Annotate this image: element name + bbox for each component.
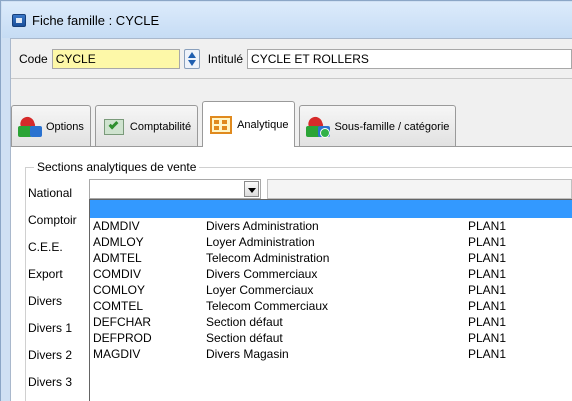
national-section-description — [267, 179, 572, 199]
tab-comptabilite[interactable]: Comptabilité — [94, 105, 199, 147]
item-plan: PLAN1 — [468, 283, 507, 297]
item-label: Telecom Administration — [206, 251, 330, 265]
row-label-divers: Divers — [28, 294, 63, 308]
client-area: Code CYCLE Intitulé CYCLE ET ROLLERS Opt… — [10, 38, 572, 401]
item-plan: PLAN1 — [468, 347, 507, 361]
dropdown-item[interactable]: DEFPROD Section défaut PLAN1 — [90, 330, 572, 346]
item-code: COMTEL — [93, 299, 144, 313]
item-code: COMLOY — [93, 283, 146, 297]
item-code: DEFPROD — [93, 331, 152, 345]
group-legend: Sections analytiques de vente — [34, 160, 200, 174]
item-plan: PLAN1 — [468, 315, 507, 329]
code-label: Code — [19, 51, 48, 66]
row-label-divers-1: Divers 1 — [28, 321, 73, 335]
item-plan: PLAN1 — [468, 331, 507, 345]
accounting-icon — [102, 116, 126, 138]
item-label: Section défaut — [206, 315, 283, 329]
code-field[interactable]: CYCLE — [51, 48, 180, 69]
analytique-panel: Sections analytiques de vente National C… — [11, 146, 572, 401]
item-code: MAGDIV — [93, 347, 141, 361]
item-label: Loyer Commerciaux — [206, 283, 314, 297]
window-title: Fiche famille : CYCLE — [32, 12, 160, 28]
item-label: Divers Commerciaux — [206, 267, 318, 281]
dropdown-item[interactable]: COMTEL Telecom Commerciaux PLAN1 — [90, 298, 572, 314]
item-code: COMDIV — [93, 267, 141, 281]
tab-label: Analytique — [237, 118, 289, 131]
row-label-divers-2: Divers 2 — [28, 348, 73, 362]
dropdown-item[interactable]: ADMLOY Loyer Administration PLAN1 — [90, 234, 572, 250]
item-plan: PLAN1 — [468, 219, 507, 233]
row-label-export: Export — [28, 267, 63, 281]
subfamily-icon — [306, 114, 331, 138]
dropdown-item[interactable]: ADMDIV Divers Administration PLAN1 — [90, 218, 572, 234]
chevron-down-icon[interactable] — [244, 181, 259, 197]
dropdown-selected-row[interactable] — [90, 200, 572, 218]
tab-sous-famille[interactable]: Sous-famille / catégorie — [299, 105, 457, 147]
item-plan: PLAN1 — [468, 235, 507, 249]
item-label: Loyer Administration — [206, 235, 315, 249]
tab-label: Sous-famille / catégorie — [334, 120, 450, 133]
analytics-icon — [209, 114, 233, 136]
item-code: DEFCHAR — [93, 315, 152, 329]
code-spinner[interactable] — [183, 48, 200, 69]
code-bar: Code CYCLE Intitulé CYCLE ET ROLLERS — [11, 39, 572, 79]
row-label-comptoir: Comptoir — [28, 213, 77, 227]
dropdown-item[interactable]: ADMTEL Telecom Administration PLAN1 — [90, 250, 572, 266]
tab-label: Comptabilité — [129, 120, 192, 133]
app-icon — [12, 13, 26, 27]
tab-label: Options — [46, 120, 84, 133]
item-label: Divers Administration — [206, 219, 319, 233]
item-code: ADMTEL — [93, 251, 142, 265]
item-plan: PLAN1 — [468, 299, 507, 313]
arrow-up-icon[interactable] — [187, 51, 196, 58]
national-section-select[interactable] — [89, 179, 261, 199]
item-code: ADMLOY — [93, 235, 144, 249]
intitule-label: Intitulé — [207, 51, 244, 66]
item-label: Section défaut — [206, 331, 283, 345]
item-label: Divers Magasin — [206, 347, 289, 361]
row-label-divers-3: Divers 3 — [28, 375, 73, 389]
row-label-cee: C.E.E. — [28, 240, 63, 254]
arrow-down-icon[interactable] — [187, 59, 196, 66]
window: Fiche famille : CYCLE Code CYCLE Intitul… — [0, 0, 572, 401]
tab-options[interactable]: Options — [11, 105, 91, 147]
dropdown-item[interactable]: COMDIV Divers Commerciaux PLAN1 — [90, 266, 572, 282]
dropdown-item[interactable]: MAGDIV Divers Magasin PLAN1 — [90, 346, 572, 362]
options-icon — [18, 114, 42, 138]
tab-bar: Options Comptabilité Analytique Sous-fam… — [11, 101, 572, 147]
tab-analytique[interactable]: Analytique — [202, 101, 296, 147]
title-bar[interactable]: Fiche famille : CYCLE — [2, 2, 572, 38]
dropdown-item[interactable]: DEFCHAR Section défaut PLAN1 — [90, 314, 572, 330]
item-plan: PLAN1 — [468, 267, 507, 281]
dropdown-item[interactable]: COMLOY Loyer Commerciaux PLAN1 — [90, 282, 572, 298]
intitule-field[interactable]: CYCLE ET ROLLERS — [247, 48, 572, 69]
item-code: ADMDIV — [93, 219, 140, 233]
row-label-national: National — [28, 186, 73, 200]
section-dropdown-list[interactable]: ADMDIV Divers Administration PLAN1 ADMLO… — [89, 199, 572, 401]
item-plan: PLAN1 — [468, 251, 507, 265]
item-label: Telecom Commerciaux — [206, 299, 329, 313]
